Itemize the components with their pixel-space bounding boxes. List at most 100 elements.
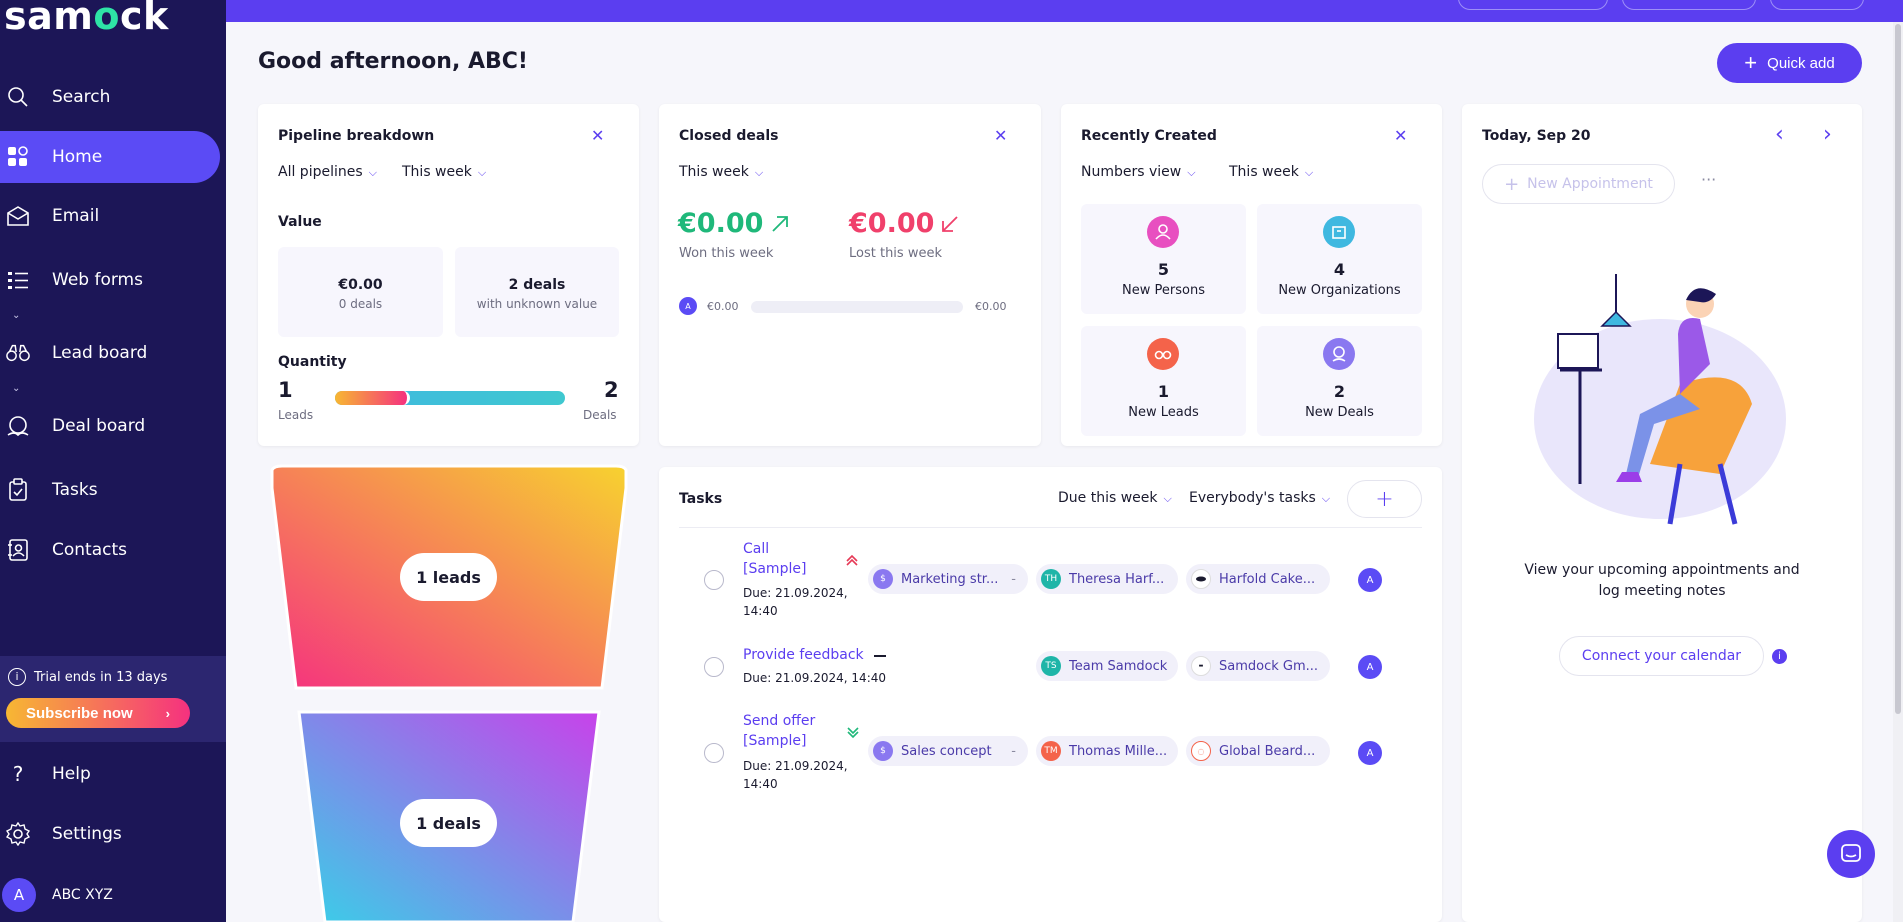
sidebar-item-settings[interactable]: Settings <box>0 808 226 860</box>
pipeline-breakdown-card: Pipeline breakdown ✕ All pipelines ⌵ This… <box>258 104 639 446</box>
chevron-left-icon[interactable]: ‹ <box>1775 122 1784 147</box>
connect-calendar-button[interactable]: Connect your calendar <box>1559 636 1764 676</box>
priority-low-icon <box>847 727 859 739</box>
more-options-icon[interactable]: ··· <box>1701 170 1716 189</box>
avatar[interactable]: A <box>2 878 36 912</box>
assignee-filter-dropdown[interactable]: Everybody's tasks ⌵ <box>1189 490 1330 506</box>
deals-count: 2 <box>604 378 619 402</box>
chevron-right-icon[interactable]: › <box>1823 122 1832 147</box>
email-icon <box>6 204 30 228</box>
period-filter-dropdown[interactable]: This week ⌵ <box>679 164 763 180</box>
sidebar-item-search[interactable]: Search <box>0 71 226 123</box>
sidebar-item-help[interactable]: ? Help <box>0 748 226 800</box>
topbar-button[interactable] <box>1458 0 1608 10</box>
task-title[interactable]: Call [Sample] <box>743 539 806 579</box>
won-lost-bar <box>751 301 963 313</box>
sidebar-item-lead-board[interactable]: Lead board <box>0 327 226 379</box>
person-chip[interactable]: TM Thomas Mille... <box>1036 736 1178 766</box>
scrollbar[interactable] <box>1893 22 1903 922</box>
topbar-button[interactable] <box>1622 0 1756 10</box>
sidebar-item-web-forms[interactable]: Web forms <box>0 254 226 306</box>
task-title[interactable]: Send offer [Sample] <box>743 711 815 751</box>
avatar[interactable]: A <box>1358 655 1382 679</box>
deal-icon <box>6 414 30 438</box>
arrow-up-right-icon <box>772 216 788 232</box>
sidebar-item-label: Settings <box>52 824 122 844</box>
chevron-down-icon[interactable]: ⌄ <box>12 383 20 394</box>
scrollbar-thumb[interactable] <box>1895 24 1901 714</box>
leads-label: Leads <box>278 408 314 422</box>
new-persons-tile[interactable]: 5 New Persons <box>1081 204 1246 314</box>
deal-icon: $ <box>873 569 893 589</box>
sidebar-item-label: Web forms <box>52 270 143 290</box>
sidebar-item-deal-board[interactable]: Deal board <box>0 400 226 452</box>
person-chip[interactable]: TS Team Samdock <box>1036 651 1178 681</box>
deal-chip[interactable]: $ Sales concept - <box>868 736 1028 766</box>
priority-high-icon <box>846 554 858 566</box>
task-due: Due: 21.09.2024, 14:40 <box>743 759 848 791</box>
task-due: Due: 21.09.2024, 14:40 <box>743 586 848 618</box>
chevron-down-icon: ⌵ <box>1163 492 1172 505</box>
view-dropdown[interactable]: Numbers view ⌵ <box>1081 164 1196 180</box>
funnel-leads-label: 1 leads <box>400 553 497 601</box>
won-amount: €0.00 <box>678 208 764 239</box>
new-deals-tile[interactable]: 2 New Deals <box>1257 326 1422 436</box>
avatar[interactable]: A <box>1358 568 1382 592</box>
user-name[interactable]: ABC XYZ <box>52 887 113 903</box>
tile-label: New Persons <box>1122 283 1205 298</box>
subscribe-button[interactable]: Subscribe now › <box>6 698 190 728</box>
organization-chip[interactable]: Harfold Cake... <box>1186 564 1330 594</box>
info-icon[interactable]: i <box>1772 649 1787 664</box>
tile-count: 2 <box>1333 382 1346 401</box>
clipboard-icon <box>6 478 30 502</box>
sidebar-item-email[interactable]: Email <box>0 190 226 242</box>
person-chip[interactable]: TH Theresa Harf... <box>1036 564 1178 594</box>
sidebar-item-contacts[interactable]: Contacts <box>0 524 226 576</box>
quantity-bar-leads <box>335 391 410 405</box>
organization-chip[interactable]: ◌ Global Beard... <box>1186 736 1330 766</box>
card-title: Pipeline breakdown <box>278 128 435 144</box>
samdock-logo[interactable]: samock <box>4 0 169 38</box>
value-tile: €0.00 0 deals <box>278 247 443 337</box>
close-icon[interactable]: ✕ <box>1394 126 1407 145</box>
task-title[interactable]: Provide feedback <box>743 645 864 665</box>
period-filter-dropdown[interactable]: This week ⌵ <box>1229 164 1313 180</box>
organization-chip[interactable]: ▬ Samdock Gm... <box>1186 651 1330 681</box>
deals-label: Deals <box>583 408 617 422</box>
new-organizations-tile[interactable]: 4 New Organizations <box>1257 204 1422 314</box>
topbar-button[interactable] <box>1770 0 1864 10</box>
pipeline-filter-dropdown[interactable]: All pipelines ⌵ <box>278 164 377 180</box>
add-task-button[interactable]: + <box>1347 480 1422 518</box>
closed-deals-card: Closed deals ✕ This week ⌵ €0.00 Won this… <box>659 104 1041 446</box>
leads-count: 1 <box>278 378 293 402</box>
new-leads-tile[interactable]: 1 New Leads <box>1081 326 1246 436</box>
chevron-down-icon[interactable]: ⌄ <box>12 310 20 321</box>
sidebar-item-label: Help <box>52 764 91 784</box>
sidebar-item-home[interactable]: Home <box>0 131 220 183</box>
task-complete-checkbox[interactable] <box>704 657 724 677</box>
sidebar-item-label: Contacts <box>52 540 127 560</box>
close-icon[interactable]: ✕ <box>994 126 1007 145</box>
bar-right-value: €0.00 <box>975 300 1007 313</box>
close-icon[interactable]: ✕ <box>591 126 604 145</box>
avatar: A <box>679 297 697 315</box>
lost-amount: €0.00 <box>849 208 935 239</box>
bar-left-value: €0.00 <box>707 300 739 313</box>
tile-count: 4 <box>1333 260 1346 279</box>
tile-label: New Leads <box>1128 405 1199 420</box>
new-appointment-button[interactable]: + New Appointment <box>1482 164 1675 204</box>
search-icon <box>6 85 30 109</box>
plus-icon: + <box>1744 50 1758 75</box>
recently-created-card: Recently Created ✕ Numbers view ⌵ This we… <box>1061 104 1442 446</box>
chat-icon[interactable] <box>1827 830 1875 878</box>
avatar[interactable]: A <box>1358 741 1382 765</box>
sidebar-item-tasks[interactable]: Tasks <box>0 464 226 516</box>
task-complete-checkbox[interactable] <box>704 570 724 590</box>
sidebar-item-label: Deal board <box>52 416 146 436</box>
deal-chip[interactable]: $ Marketing str... - <box>868 564 1028 594</box>
quick-add-button[interactable]: + Quick add <box>1717 43 1862 83</box>
calendar-date: Today, Sep 20 <box>1482 128 1591 144</box>
task-complete-checkbox[interactable] <box>704 743 724 763</box>
period-filter-dropdown[interactable]: This week ⌵ <box>402 164 486 180</box>
due-filter-dropdown[interactable]: Due this week ⌵ <box>1058 490 1172 506</box>
